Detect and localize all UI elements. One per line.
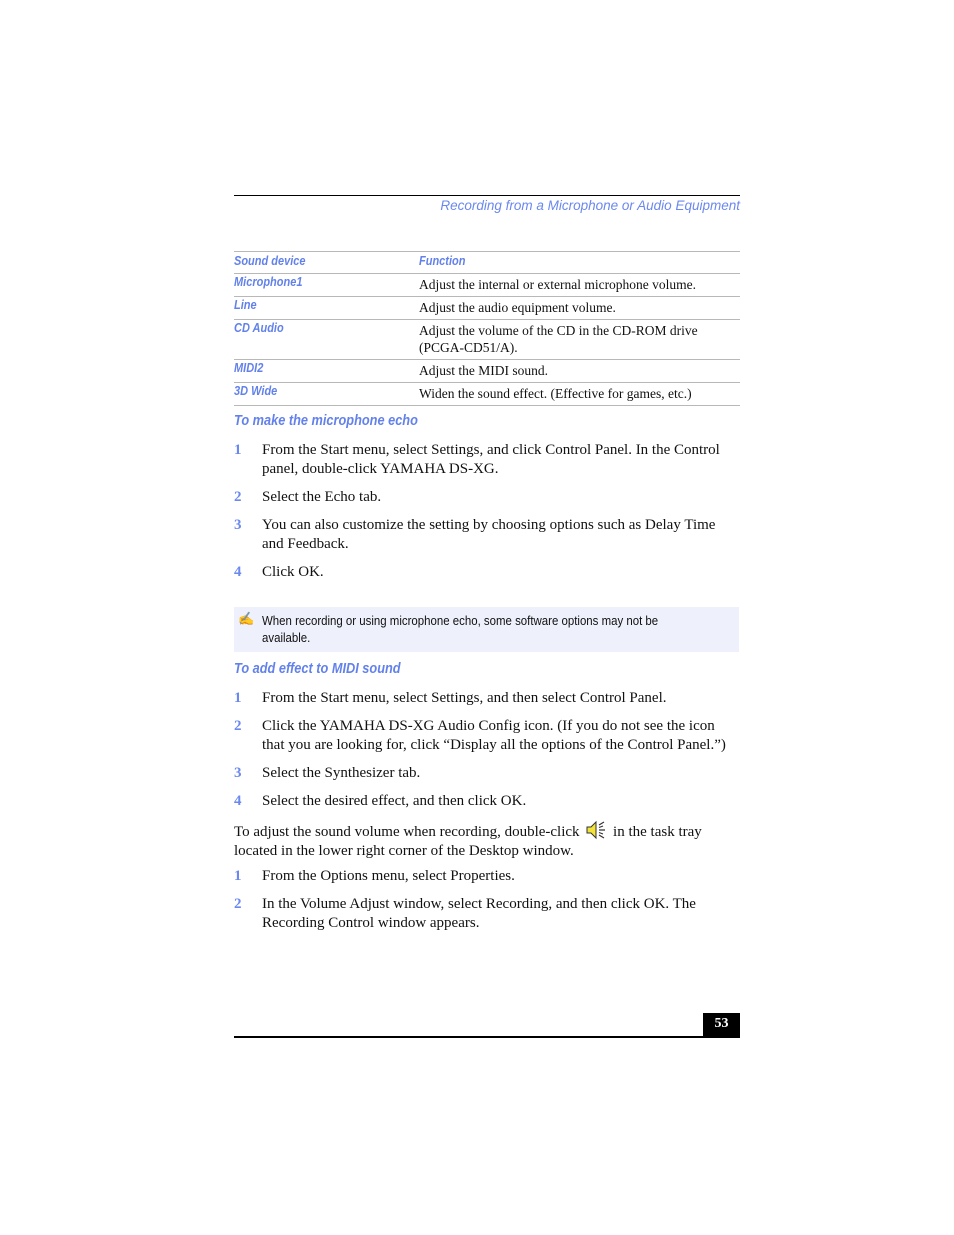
step-number: 2: [234, 896, 242, 912]
step-number: 1: [234, 690, 242, 706]
table-row: MIDI2 Adjust the MIDI sound.: [234, 359, 740, 383]
column-header-function: Function: [419, 251, 702, 274]
list-item: 1 From the Start menu, select Settings, …: [234, 441, 740, 479]
table-row: Line Adjust the audio equipment volume.: [234, 296, 740, 320]
table-row: CD Audio Adjust the volume of the CD in …: [234, 319, 740, 360]
step-text: Select the Synthesizer tab.: [262, 765, 421, 781]
volume-steps-list: 1 From the Options menu, select Properti…: [234, 867, 740, 942]
function-cell: Adjust the audio equipment volume.: [419, 296, 740, 320]
step-number: 3: [234, 517, 242, 533]
list-item: 3 Select the Synthesizer tab.: [234, 764, 740, 783]
list-item: 3 You can also customize the setting by …: [234, 516, 740, 554]
midi-steps-list: 1 From the Start menu, select Settings, …: [234, 689, 740, 820]
pencil-note-icon: ✍: [238, 611, 255, 626]
sound-device-table: Sound device Function Microphone1 Adjust…: [234, 251, 740, 406]
device-cell: MIDI2: [234, 359, 419, 383]
header-rule: [234, 195, 740, 196]
step-text: In the Volume Adjust window, select Reco…: [262, 896, 696, 931]
step-text: You can also customize the setting by ch…: [262, 517, 716, 552]
column-header-sound-device: Sound device: [234, 251, 397, 274]
step-number: 4: [234, 564, 242, 580]
list-item: 1 From the Start menu, select Settings, …: [234, 689, 740, 708]
table-row: 3D Wide Widen the sound effect. (Effecti…: [234, 382, 740, 406]
list-item: 2 Click the YAMAHA DS-XG Audio Config ic…: [234, 717, 740, 755]
section-heading-midi: To add effect to MIDI sound: [234, 661, 401, 677]
list-item: 2 Select the Echo tab.: [234, 488, 740, 507]
device-name: Microphone1: [234, 275, 303, 289]
page-number: 53: [703, 1013, 740, 1037]
step-text: Click the YAMAHA DS-XG Audio Config icon…: [262, 718, 726, 753]
device-name: Line: [234, 298, 257, 312]
step-text: From the Start menu, select Settings, an…: [262, 690, 667, 706]
running-head: Recording from a Microphone or Audio Equ…: [440, 198, 740, 213]
device-cell: Line: [234, 296, 419, 320]
device-cell: Microphone1: [234, 273, 419, 297]
function-cell: Widen the sound effect. (Effective for g…: [419, 382, 740, 406]
device-cell: CD Audio: [234, 319, 419, 360]
function-cell: Adjust the internal or external micropho…: [419, 273, 740, 297]
device-name: CD Audio: [234, 321, 284, 335]
step-text: From the Options menu, select Properties…: [262, 868, 515, 884]
volume-paragraph: To adjust the sound volume when recordin…: [234, 820, 740, 861]
step-number: 2: [234, 489, 242, 505]
echo-steps-list: 1 From the Start menu, select Settings, …: [234, 441, 740, 591]
table-header-row: Sound device Function: [234, 251, 740, 274]
step-text: Select the Echo tab.: [262, 489, 382, 505]
footer-rule: [234, 1036, 740, 1038]
step-number: 1: [234, 868, 242, 884]
step-number: 4: [234, 793, 242, 809]
step-text: Select the desired effect, and then clic…: [262, 793, 527, 809]
step-number: 1: [234, 442, 242, 458]
device-name: MIDI2: [234, 361, 264, 375]
note-box: ✍ When recording or using microphone ech…: [234, 607, 739, 652]
function-cell: Adjust the MIDI sound.: [419, 359, 740, 383]
step-number: 3: [234, 765, 242, 781]
step-text: From the Start menu, select Settings, an…: [262, 442, 720, 477]
list-item: 2 In the Volume Adjust window, select Re…: [234, 895, 740, 933]
device-cell: 3D Wide: [234, 382, 419, 406]
paragraph-text-before: To adjust the sound volume when recordin…: [234, 824, 580, 840]
device-name: 3D Wide: [234, 384, 278, 398]
list-item: 4 Click OK.: [234, 563, 740, 582]
function-cell: Adjust the volume of the CD in the CD-RO…: [419, 319, 740, 360]
note-text: When recording or using microphone echo,…: [262, 613, 659, 645]
speaker-volume-icon: [586, 820, 606, 840]
list-item: 4 Select the desired effect, and then cl…: [234, 792, 740, 811]
section-heading-echo: To make the microphone echo: [234, 413, 418, 429]
step-text: Click OK.: [262, 564, 324, 580]
list-item: 1 From the Options menu, select Properti…: [234, 867, 740, 886]
step-number: 2: [234, 718, 242, 734]
table-row: Microphone1 Adjust the internal or exter…: [234, 273, 740, 297]
